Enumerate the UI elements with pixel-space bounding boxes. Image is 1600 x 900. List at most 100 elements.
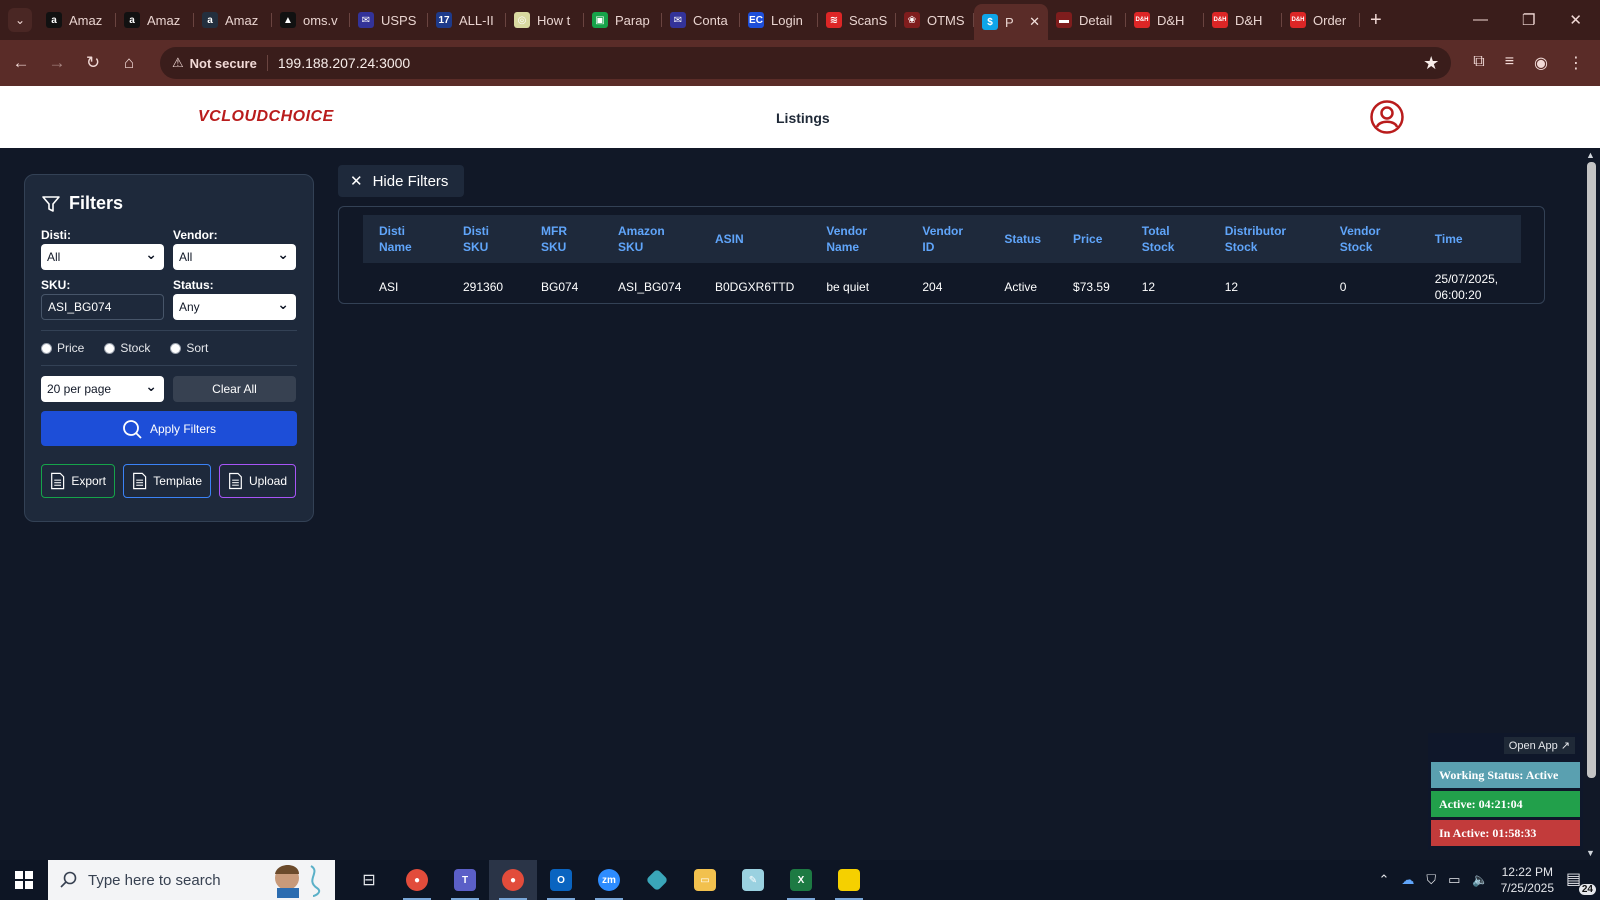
outlook-icon[interactable]: O: [537, 860, 585, 900]
radio-sort[interactable]: Sort: [170, 341, 208, 355]
column-header[interactable]: Time: [1419, 215, 1521, 263]
clear-all-button[interactable]: Clear All: [173, 376, 296, 402]
windows-start-icon[interactable]: [0, 860, 48, 900]
reload-icon[interactable]: ↻: [82, 52, 104, 74]
menu-icon[interactable]: ⋮: [1568, 53, 1584, 73]
tab-search-button[interactable]: ⌄: [8, 8, 32, 32]
browser-tab[interactable]: ◎ How t: [506, 4, 584, 36]
forward-icon[interactable]: →: [46, 52, 68, 74]
column-header[interactable]: Price: [1057, 215, 1126, 263]
radio-button[interactable]: [170, 342, 182, 354]
cell-time: 25/07/2025, 06:00:20: [1434, 272, 1499, 302]
home-icon[interactable]: ⌂: [118, 52, 140, 74]
app-diamond-icon[interactable]: [633, 860, 681, 900]
column-header[interactable]: Status: [988, 215, 1057, 263]
browser-tab[interactable]: ❀ OTMS: [896, 4, 974, 36]
address-bar[interactable]: ⚠ Not secure 199.188.207.24:3000 ★: [160, 47, 1452, 79]
page-scrollbar[interactable]: ▲ ▼: [1583, 148, 1600, 860]
browser-tab[interactable]: a Amaz: [116, 4, 194, 36]
network-icon[interactable]: ▭: [1448, 872, 1460, 888]
browser-tab[interactable]: a Amaz: [194, 4, 272, 36]
url-text[interactable]: 199.188.207.24:3000: [278, 55, 410, 71]
task-view-icon[interactable]: ⊟: [345, 860, 393, 900]
apply-filters-button[interactable]: Apply Filters: [41, 411, 297, 446]
column-header[interactable]: Distributor Stock: [1209, 215, 1324, 263]
column-header[interactable]: Disti SKU: [447, 215, 525, 263]
search-highlight-illustration-icon: [275, 865, 321, 898]
table-row[interactable]: ASI 291360 BG074 ASI_BG074 B0DGXR6TTD be…: [363, 263, 1521, 311]
browser-tab[interactable]: D&H D&H: [1204, 4, 1282, 36]
column-header[interactable]: Vendor Name: [810, 215, 906, 263]
chrome-profile-icon[interactable]: ●: [489, 860, 537, 900]
browser-tab[interactable]: D&H Order: [1282, 4, 1360, 36]
radio-stock[interactable]: Stock: [104, 341, 150, 355]
column-header[interactable]: MFR SKU: [525, 215, 602, 263]
chevron-up-icon[interactable]: ⌃: [1378, 872, 1389, 888]
radio-price[interactable]: Price: [41, 341, 84, 355]
browser-tab[interactable]: ▲ oms.v: [272, 4, 350, 36]
browser-tab[interactable]: ≋ ScanS: [818, 4, 896, 36]
status-field: Status: Any: [173, 278, 296, 320]
browser-tab[interactable]: ✉ USPS: [350, 4, 428, 36]
new-tab-button[interactable]: +: [1370, 9, 1382, 32]
browser-tab[interactable]: ▬ Detail: [1048, 4, 1126, 36]
open-app-button[interactable]: Open App ↗: [1503, 737, 1575, 754]
excel-icon[interactable]: X: [777, 860, 825, 900]
volume-icon[interactable]: 🔈: [1472, 872, 1488, 888]
stack-icon: ≋: [826, 12, 842, 28]
column-header[interactable]: Total Stock: [1126, 215, 1209, 263]
time-tracker-widget: Open App ↗ Working Status: Active Active…: [1428, 733, 1583, 850]
template-button[interactable]: Template: [123, 464, 211, 498]
taskbar-search[interactable]: Type here to search: [48, 860, 335, 900]
vcloudchoice-logo[interactable]: VCLOUDCHOICE: [198, 108, 334, 126]
restore-icon[interactable]: ❐: [1522, 11, 1535, 29]
bookmark-star-icon[interactable]: ★: [1423, 53, 1439, 74]
media-icon[interactable]: ≡: [1505, 53, 1514, 73]
browser-tab[interactable]: D&H D&H: [1126, 4, 1204, 36]
browser-tab[interactable]: a Amaz: [38, 4, 116, 36]
export-button[interactable]: Export: [41, 464, 115, 498]
profile-icon[interactable]: ◉: [1534, 53, 1548, 73]
cell-mfr-sku: BG074: [541, 280, 579, 294]
extensions-icon[interactable]: ⧉: [1473, 53, 1484, 73]
browser-tab[interactable]: 17 ALL-II: [428, 4, 506, 36]
upload-button[interactable]: Upload: [219, 464, 296, 498]
column-header[interactable]: Disti Name: [363, 215, 447, 263]
user-avatar-icon[interactable]: [1370, 100, 1404, 134]
per-page-select[interactable]: 20 per page: [41, 376, 164, 402]
close-icon[interactable]: ✕: [1569, 11, 1582, 29]
radio-button[interactable]: [104, 342, 116, 354]
vendor-select[interactable]: All: [173, 244, 296, 270]
minimize-icon[interactable]: —: [1473, 11, 1488, 29]
file-explorer-icon[interactable]: ▭: [681, 860, 729, 900]
browser-tab[interactable]: ▣ Parap: [584, 4, 662, 36]
security-icon[interactable]: ⛉: [1426, 872, 1436, 888]
scroll-up-icon[interactable]: ▲: [1586, 150, 1595, 160]
notification-center-icon[interactable]: ▤ 24: [1566, 869, 1596, 895]
hide-filters-button[interactable]: ✕ Hide Filters: [338, 165, 464, 197]
back-icon[interactable]: ←: [10, 52, 32, 74]
teams-icon[interactable]: T: [441, 860, 489, 900]
security-indicator[interactable]: ⚠ Not secure: [172, 55, 268, 71]
browser-tab[interactable]: $ P ✕: [974, 4, 1048, 40]
column-header[interactable]: Vendor ID: [906, 215, 988, 263]
scroll-thumb[interactable]: [1587, 162, 1596, 778]
scroll-down-icon[interactable]: ▼: [1586, 848, 1595, 858]
zoom-icon[interactable]: zm: [585, 860, 633, 900]
disti-select[interactable]: All: [41, 244, 164, 270]
sku-input[interactable]: ASI_BG074: [41, 294, 164, 320]
notepad-icon[interactable]: ✎: [729, 860, 777, 900]
column-header[interactable]: Vendor Stock: [1324, 215, 1419, 263]
radio-button[interactable]: [41, 342, 52, 354]
browser-tab[interactable]: ✉ Conta: [662, 4, 740, 36]
chrome-icon[interactable]: ●: [393, 860, 441, 900]
status-select[interactable]: Any: [173, 294, 296, 320]
tabs-container: a Amaz a Amaz a Amaz ▲ oms.v ✉ USPS 17 ALL-II ◎ How t…: [38, 0, 1360, 40]
browser-tab[interactable]: EC Login: [740, 4, 818, 36]
onedrive-icon[interactable]: ☁: [1401, 872, 1414, 888]
column-header[interactable]: Amazon SKU: [602, 215, 699, 263]
close-tab-icon[interactable]: ✕: [1029, 14, 1040, 30]
system-clock[interactable]: 12:22 PM 7/25/2025: [1501, 864, 1554, 896]
column-header[interactable]: ASIN: [699, 215, 810, 263]
sticky-notes-icon[interactable]: [825, 860, 873, 900]
